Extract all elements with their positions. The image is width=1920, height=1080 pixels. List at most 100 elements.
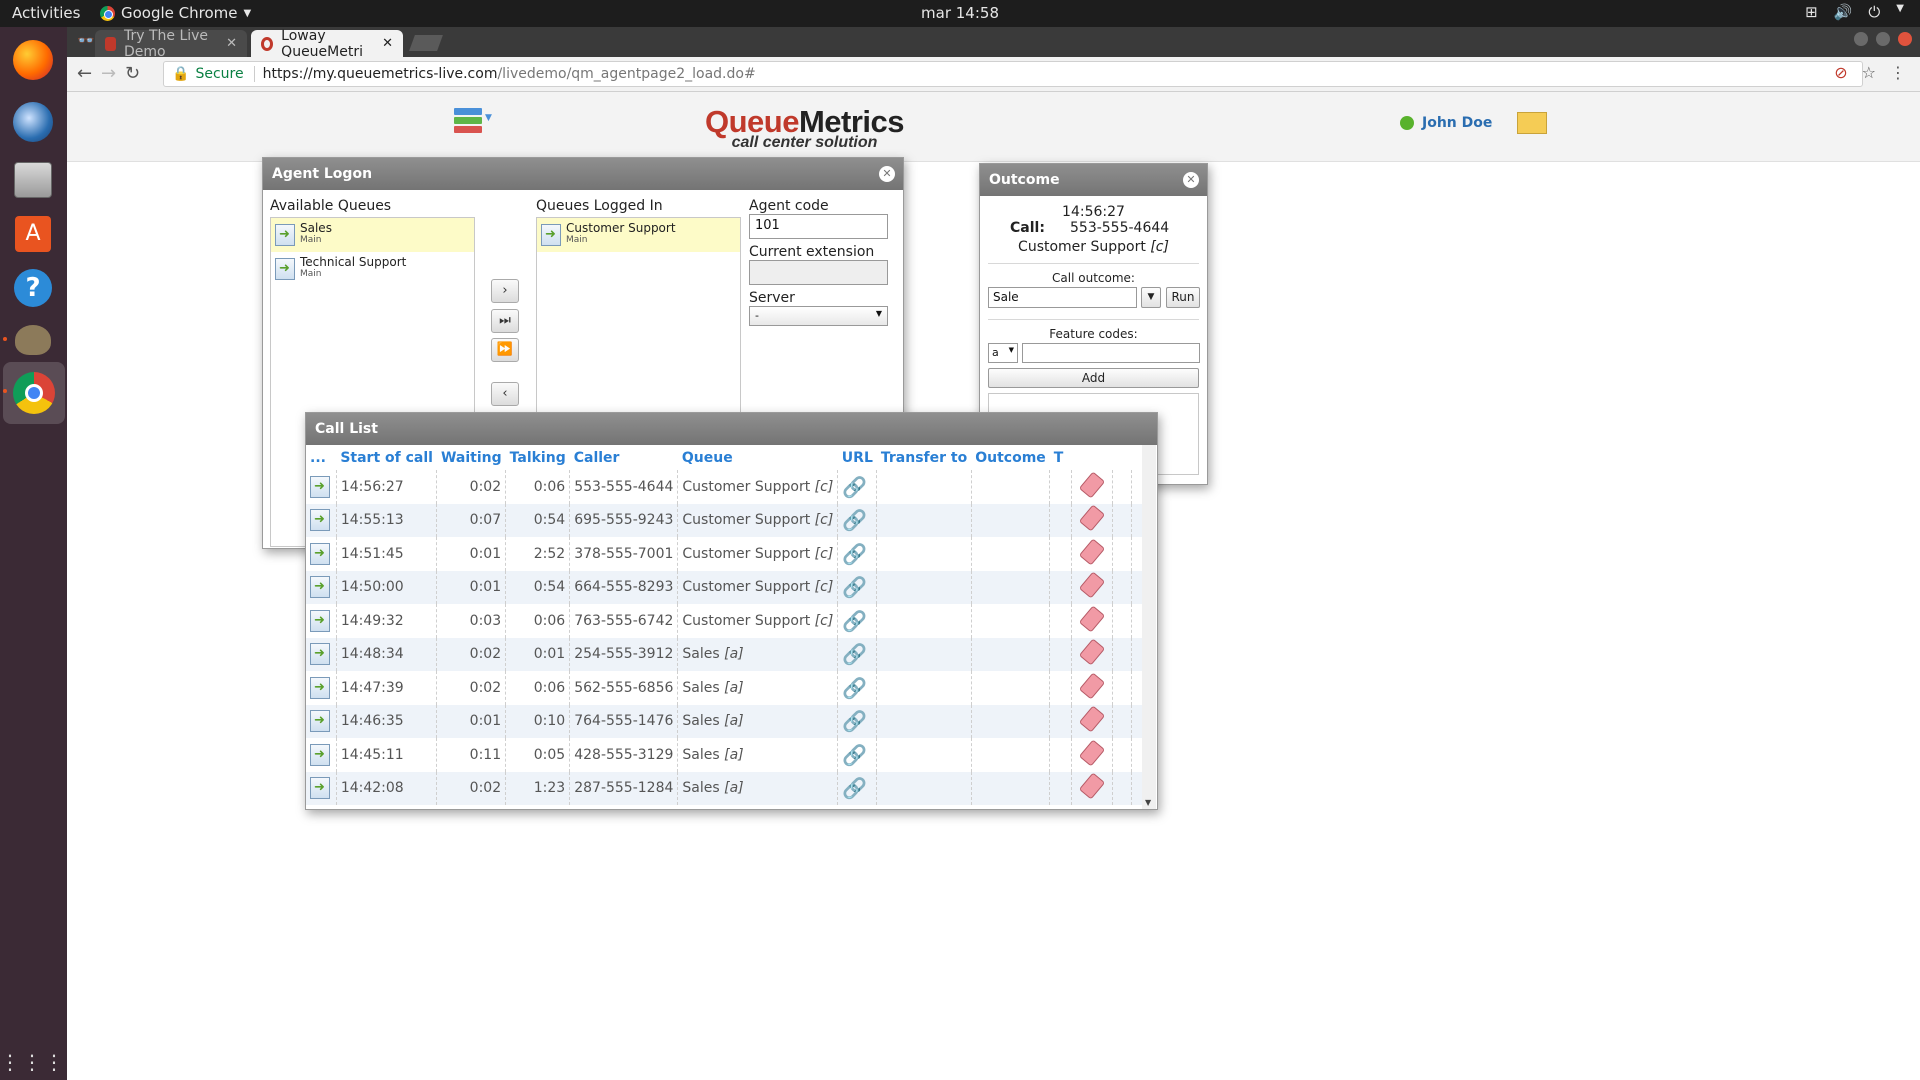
add-queue-button[interactable]: ›: [491, 279, 519, 303]
link-icon[interactable]: 🔗: [842, 542, 867, 566]
help-icon[interactable]: ?: [8, 263, 58, 313]
secure-indicator[interactable]: 🔒 Secure: [172, 66, 255, 82]
chrome-menu-icon[interactable]: ⋮: [1890, 63, 1906, 82]
volume-icon[interactable]: 🔊: [1834, 3, 1853, 21]
firefox-icon[interactable]: [8, 35, 58, 85]
close-window-button[interactable]: [1898, 32, 1912, 46]
feature-code-select[interactable]: a ▼: [988, 343, 1018, 363]
link-icon[interactable]: 🔗: [842, 475, 867, 499]
row-icon-cell[interactable]: [306, 704, 337, 738]
row-icon-cell[interactable]: [306, 570, 337, 604]
address-bar[interactable]: 🔒 Secure https://my.queuemetrics-live.co…: [163, 61, 1863, 87]
caret-down-icon[interactable]: ▼: [1896, 3, 1904, 21]
forward-icon[interactable]: →: [101, 63, 116, 84]
tag-icon[interactable]: [1078, 739, 1106, 767]
agent-code-input[interactable]: 101: [749, 214, 888, 239]
table-row[interactable]: 14:56:270:020:06553-555-4644Customer Sup…: [306, 470, 1144, 504]
tag-icon[interactable]: [1078, 538, 1106, 566]
tag-icon[interactable]: [1078, 504, 1106, 532]
tag-cell[interactable]: [1071, 771, 1113, 805]
row-icon-cell[interactable]: [306, 637, 337, 671]
list-item[interactable]: Customer SupportMain: [537, 218, 740, 252]
tag-cell[interactable]: [1071, 637, 1113, 671]
tag-icon[interactable]: [1078, 605, 1106, 633]
power-icon[interactable]: ⏻: [1868, 3, 1880, 21]
new-tab-button[interactable]: [409, 35, 443, 51]
url-cell[interactable]: 🔗: [837, 704, 878, 738]
link-icon[interactable]: 🔗: [842, 575, 867, 599]
call-arrow-icon[interactable]: [310, 710, 330, 733]
maximize-button[interactable]: [1876, 32, 1890, 46]
link-icon[interactable]: 🔗: [842, 508, 867, 532]
link-icon[interactable]: 🔗: [842, 642, 867, 666]
add-queue-pause-button[interactable]: ⏭: [491, 309, 519, 333]
column-header[interactable]: Outcome: [971, 445, 1050, 470]
back-icon[interactable]: ←: [77, 63, 92, 84]
blocked-content-icon[interactable]: ⊘: [1834, 63, 1847, 82]
system-tray[interactable]: ⊞ 🔊 ⏻ ▼: [1805, 3, 1904, 21]
scroll-down-icon[interactable]: ▼: [1145, 798, 1151, 807]
call-arrow-icon[interactable]: [310, 643, 330, 666]
url-cell[interactable]: 🔗: [837, 537, 878, 571]
call-arrow-icon[interactable]: [310, 777, 330, 800]
table-row[interactable]: 14:42:080:021:23287-555-1284Sales [a]🔗: [306, 771, 1144, 805]
call-arrow-icon[interactable]: [310, 743, 330, 766]
call-arrow-icon[interactable]: [310, 609, 330, 632]
table-row[interactable]: 14:47:390:020:06562-555-6856Sales [a]🔗: [306, 671, 1144, 705]
extension-input[interactable]: [749, 260, 888, 285]
link-icon[interactable]: 🔗: [842, 709, 867, 733]
url-cell[interactable]: 🔗: [837, 470, 878, 504]
column-header[interactable]: Caller: [570, 445, 678, 470]
tab-queuemetrics[interactable]: Loway QueueMetri ✕: [251, 28, 403, 60]
tag-cell[interactable]: [1071, 704, 1113, 738]
app-menu[interactable]: Google Chrome ▼: [100, 4, 251, 22]
table-row[interactable]: 14:55:130:070:54695-555-9243Customer Sup…: [306, 503, 1144, 537]
tag-icon[interactable]: [1078, 772, 1106, 800]
column-header[interactable]: URL: [838, 445, 877, 470]
dialog-title-bar[interactable]: Outcome ✕: [980, 164, 1207, 196]
column-header[interactable]: Talking: [506, 445, 570, 470]
row-icon-cell[interactable]: [306, 537, 337, 571]
url-cell[interactable]: 🔗: [837, 771, 878, 805]
column-header[interactable]: Start of call: [336, 445, 437, 470]
link-icon[interactable]: 🔗: [842, 776, 867, 800]
tag-icon[interactable]: [1078, 571, 1106, 599]
feature-code-input[interactable]: [1022, 343, 1200, 363]
user-name[interactable]: John Doe: [1422, 115, 1492, 131]
list-item[interactable]: SalesMain: [271, 218, 474, 252]
call-arrow-icon[interactable]: [310, 676, 330, 699]
files-icon[interactable]: [8, 155, 58, 205]
url-cell[interactable]: 🔗: [837, 671, 878, 705]
tag-cell[interactable]: [1071, 604, 1113, 638]
url-cell[interactable]: 🔗: [837, 570, 878, 604]
call-arrow-icon[interactable]: [310, 542, 330, 565]
chrome-dock-icon[interactable]: [3, 362, 65, 424]
tag-cell[interactable]: [1071, 470, 1113, 504]
close-icon[interactable]: ✕: [1183, 172, 1199, 188]
server-select[interactable]: - ▼: [749, 306, 888, 326]
scrollbar[interactable]: ▼: [1142, 445, 1156, 809]
gimp-icon[interactable]: [8, 315, 58, 365]
table-row[interactable]: 14:50:000:010:54664-555-8293Customer Sup…: [306, 570, 1144, 604]
show-apps-icon[interactable]: ⋮⋮⋮: [0, 1037, 64, 1080]
table-row[interactable]: 14:46:350:010:10764-555-1476Sales [a]🔗: [306, 704, 1144, 738]
tag-icon[interactable]: [1078, 705, 1106, 733]
row-icon-cell[interactable]: [306, 604, 337, 638]
user-status[interactable]: John Doe: [1400, 115, 1492, 131]
activities-button[interactable]: Activities: [12, 4, 80, 22]
link-icon[interactable]: 🔗: [842, 609, 867, 633]
call-arrow-icon[interactable]: [310, 576, 330, 599]
minimize-button[interactable]: [1854, 32, 1868, 46]
bookmark-star-icon[interactable]: ☆: [1862, 63, 1876, 82]
link-icon[interactable]: 🔗: [842, 676, 867, 700]
row-icon-cell[interactable]: [306, 671, 337, 705]
main-menu-icon[interactable]: ▼: [454, 108, 494, 140]
tag-cell[interactable]: [1071, 738, 1113, 772]
table-row[interactable]: 14:45:110:110:05428-555-3129Sales [a]🔗: [306, 738, 1144, 772]
row-icon-cell[interactable]: [306, 738, 337, 772]
tag-cell[interactable]: [1071, 503, 1113, 537]
mail-icon[interactable]: [1517, 112, 1547, 134]
tag-cell[interactable]: [1071, 537, 1113, 571]
network-icon[interactable]: ⊞: [1805, 3, 1818, 21]
tag-cell[interactable]: [1071, 671, 1113, 705]
